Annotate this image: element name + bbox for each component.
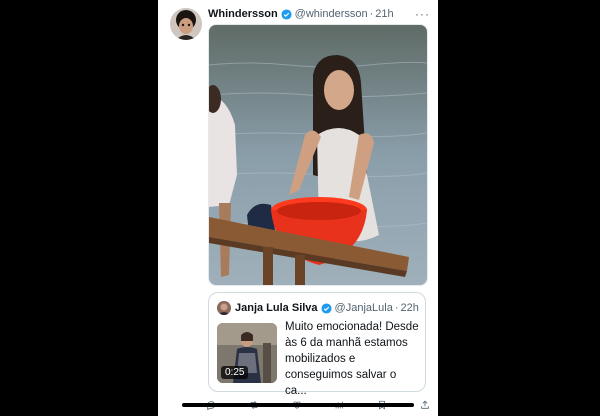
quoted-post-time: 22h <box>400 302 419 314</box>
quoted-author-handle: @JanjaLula <box>334 302 393 314</box>
verified-badge-icon <box>281 8 292 20</box>
quoted-post-text: Muito emocionada! Desde às 6 da manhã es… <box>285 321 419 397</box>
tweet-header: Whindersson @whindersson · 21h ··· <box>208 6 430 22</box>
verified-badge-icon <box>321 302 332 314</box>
tweet-card: Whindersson @whindersson · 21h ··· Janja… <box>158 0 438 416</box>
quoted-author-name: Janja Lula Silva <box>235 302 318 314</box>
quoted-author-avatar <box>217 301 231 315</box>
video-duration: 0:25 <box>221 366 249 379</box>
scroll-indicator-bar <box>182 403 414 407</box>
author-handle[interactable]: @whindersson <box>295 8 368 20</box>
quoted-post-header: Janja Lula Silva @JanjaLula · 22h <box>217 301 419 315</box>
author-name[interactable]: Whindersson <box>208 8 278 20</box>
quoted-post[interactable]: Janja Lula Silva @JanjaLula · 22h 0:25 M… <box>208 292 426 397</box>
quoted-video-thumbnail[interactable]: 0:25 <box>217 323 277 383</box>
separator: · <box>369 8 374 20</box>
share-icon[interactable] <box>420 400 430 410</box>
post-media-video[interactable] <box>208 24 428 286</box>
separator: · <box>394 302 399 314</box>
author-avatar[interactable] <box>170 8 202 40</box>
more-icon[interactable]: ··· <box>415 7 430 21</box>
post-time[interactable]: 21h <box>375 8 393 20</box>
